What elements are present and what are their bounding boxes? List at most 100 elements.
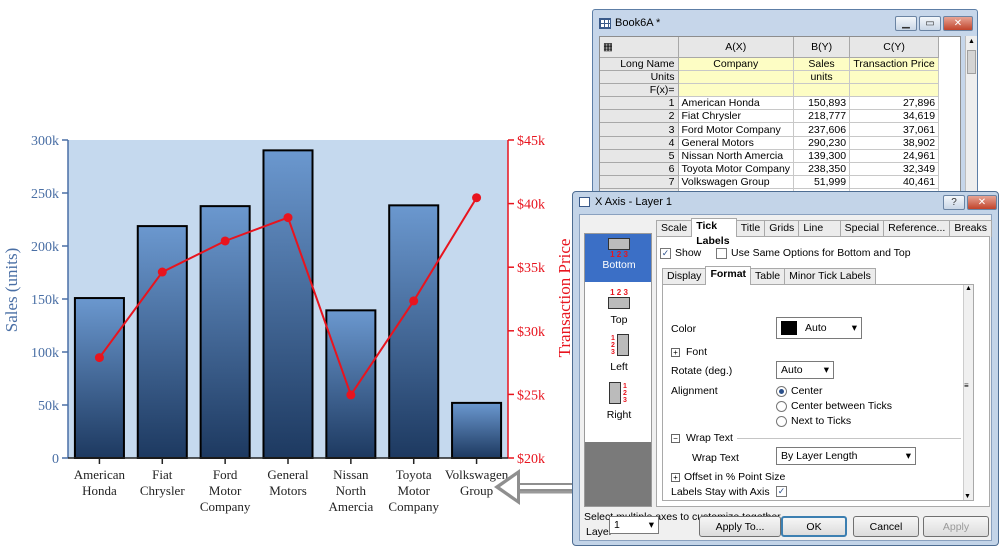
row-header[interactable]: F(x)= xyxy=(600,83,679,98)
company-cell[interactable]: American Honda xyxy=(678,96,795,111)
sales-cell[interactable]: 51,999 xyxy=(793,175,851,190)
tab-special-ti[interactable]: Special Ti... xyxy=(839,220,885,249)
help-button[interactable]: ? xyxy=(943,195,965,210)
company-cell[interactable]: Volkswagen Group xyxy=(678,175,795,190)
company-cell[interactable]: Fiat Chrysler xyxy=(678,109,795,124)
tab-scale[interactable]: Scale xyxy=(656,220,693,237)
meta-cell[interactable] xyxy=(678,70,795,84)
apply-button[interactable]: Apply xyxy=(923,516,989,537)
meta-cell[interactable]: Transaction Price xyxy=(849,57,940,71)
price-cell[interactable]: 34,619 xyxy=(849,109,940,124)
sales-cell[interactable]: 290,230 xyxy=(793,136,851,150)
company-cell[interactable]: Ford Motor Company xyxy=(678,122,795,137)
row-header[interactable]: Units xyxy=(600,70,679,84)
row-number[interactable]: 7 xyxy=(600,175,679,190)
side-item-bottom[interactable]: 1 2 3 Bottom xyxy=(585,238,653,271)
table-row[interactable]: 4 General Motors 290,230 38,902 xyxy=(600,136,940,150)
price-cell[interactable]: 38,902 xyxy=(849,136,940,150)
layer-combo[interactable]: 1 ▾ xyxy=(609,516,659,534)
tab-line-and[interactable]: Line and ... xyxy=(798,220,841,249)
stay-with-axis-checkbox[interactable]: ✓ xyxy=(776,486,791,497)
row-number[interactable]: 2 xyxy=(600,109,679,124)
tab-title[interactable]: Title xyxy=(735,220,766,237)
close-icon[interactable]: ✕ xyxy=(943,15,973,31)
subtab-format[interactable]: Format xyxy=(705,266,752,285)
meta-cell[interactable] xyxy=(793,83,851,98)
wrap-text-combo[interactable]: By Layer Length ▾ xyxy=(776,447,916,465)
meta-cell[interactable]: units xyxy=(793,70,851,84)
meta-cell[interactable] xyxy=(849,83,940,98)
font-expander[interactable]: + Font xyxy=(671,346,707,358)
table-row[interactable]: 2 Fiat Chrysler 218,777 34,619 xyxy=(600,109,940,124)
maximize-icon[interactable]: ▭ xyxy=(919,15,941,31)
column-header[interactable]: A(X) xyxy=(678,37,795,58)
show-checkbox[interactable]: ✓ Show xyxy=(660,247,701,259)
row-number[interactable]: 5 xyxy=(600,149,679,164)
cancel-button[interactable]: Cancel xyxy=(853,516,919,537)
sales-cell[interactable]: 237,606 xyxy=(793,122,851,137)
subtab-minor-tick-labels[interactable]: Minor Tick Labels xyxy=(784,268,876,285)
meta-row[interactable]: Units units xyxy=(600,70,940,84)
worksheet-grid[interactable]: ▦ A(X) B(Y) C(Y) Long Name Company Sales Tr… xyxy=(599,36,961,200)
price-cell[interactable]: 37,061 xyxy=(849,122,940,137)
align-center-radio[interactable]: Center xyxy=(776,385,823,397)
expand-icon: + xyxy=(671,472,680,482)
row-number[interactable]: 4 xyxy=(600,136,679,150)
row-header[interactable]: Long Name xyxy=(600,57,679,71)
side-item-top[interactable]: 1 2 3 Top xyxy=(585,288,653,326)
minimize-icon[interactable]: ▁ xyxy=(895,15,917,31)
axis-selector[interactable]: 1 2 3 Bottom 1 2 3 Top 123 Left 123 Righ… xyxy=(584,233,652,507)
table-row[interactable]: 6 Toyota Motor Company 238,350 32,349 xyxy=(600,162,940,177)
bottom-axis-icon xyxy=(608,238,630,250)
tab-tick-labels[interactable]: Tick Labels xyxy=(691,218,737,247)
subtab-scrollbar[interactable]: ▲ ≡ ▼ xyxy=(963,285,973,500)
column-header[interactable]: B(Y) xyxy=(793,37,851,58)
dialog-close-icon[interactable]: ✕ xyxy=(967,195,997,210)
meta-cell[interactable]: Sales xyxy=(793,57,851,71)
subtab-display[interactable]: Display xyxy=(662,268,707,285)
side-item-left[interactable]: 123 Left xyxy=(585,334,653,373)
color-combo[interactable]: Auto ▾ xyxy=(776,317,862,339)
column-header[interactable]: C(Y) xyxy=(849,37,940,58)
right-tick-label: $40k xyxy=(517,198,545,213)
wrap-text-section[interactable]: − Wrap Text xyxy=(671,432,961,444)
meta-cell[interactable]: Company xyxy=(678,57,795,71)
price-cell[interactable]: 40,461 xyxy=(849,175,940,190)
sales-cell[interactable]: 238,350 xyxy=(793,162,851,177)
subtab-table[interactable]: Table xyxy=(750,268,786,285)
sales-cell[interactable]: 150,893 xyxy=(793,96,851,111)
price-cell[interactable]: 32,349 xyxy=(849,162,940,177)
price-cell[interactable]: 24,961 xyxy=(849,149,940,164)
align-next-radio[interactable]: Next to Ticks xyxy=(776,415,851,427)
table-row[interactable]: 3 Ford Motor Company 237,606 37,061 xyxy=(600,122,940,137)
price-cell[interactable]: 27,896 xyxy=(849,96,940,111)
tab-breaks[interactable]: Breaks xyxy=(949,220,992,237)
sales-cell[interactable]: 139,300 xyxy=(793,149,851,164)
worksheet-scrollbar[interactable]: ▲ xyxy=(965,36,977,200)
tab-reference[interactable]: Reference... xyxy=(883,220,951,237)
offset-expander[interactable]: + Offset in % Point Size xyxy=(671,471,785,483)
row-number[interactable]: 1 xyxy=(600,96,679,111)
table-row[interactable]: 5 Nissan North Amercia 139,300 24,961 xyxy=(600,149,940,164)
meta-row[interactable]: F(x)= xyxy=(600,83,940,98)
rotate-combo[interactable]: Auto ▾ xyxy=(776,361,834,379)
company-cell[interactable]: Toyota Motor Company xyxy=(678,162,795,177)
table-row[interactable]: 1 American Honda 150,893 27,896 xyxy=(600,96,940,111)
apply-to-button[interactable]: Apply To... xyxy=(699,516,781,537)
company-cell[interactable]: Nissan North Amercia xyxy=(678,149,795,164)
tab-grids[interactable]: Grids xyxy=(764,220,800,237)
company-cell[interactable]: General Motors xyxy=(678,136,795,150)
table-row[interactable]: 7 Volkswagen Group 51,999 40,461 xyxy=(600,175,940,190)
side-item-right[interactable]: 123 Right xyxy=(585,382,653,421)
row-number[interactable]: 3 xyxy=(600,122,679,137)
meta-row[interactable]: Long Name Company Sales Transaction Price xyxy=(600,57,940,71)
rotate-label: Rotate (deg.) xyxy=(671,365,733,377)
meta-cell[interactable] xyxy=(678,83,795,98)
align-between-radio[interactable]: Center between Ticks xyxy=(776,400,892,412)
ok-button[interactable]: OK xyxy=(781,516,847,537)
same-options-checkbox[interactable]: Use Same Options for Bottom and Top xyxy=(716,247,911,259)
row-number[interactable]: 6 xyxy=(600,162,679,177)
sales-cell[interactable]: 218,777 xyxy=(793,109,851,124)
meta-cell[interactable] xyxy=(849,70,940,84)
grid-corner-icon[interactable]: ▦ xyxy=(600,37,679,58)
